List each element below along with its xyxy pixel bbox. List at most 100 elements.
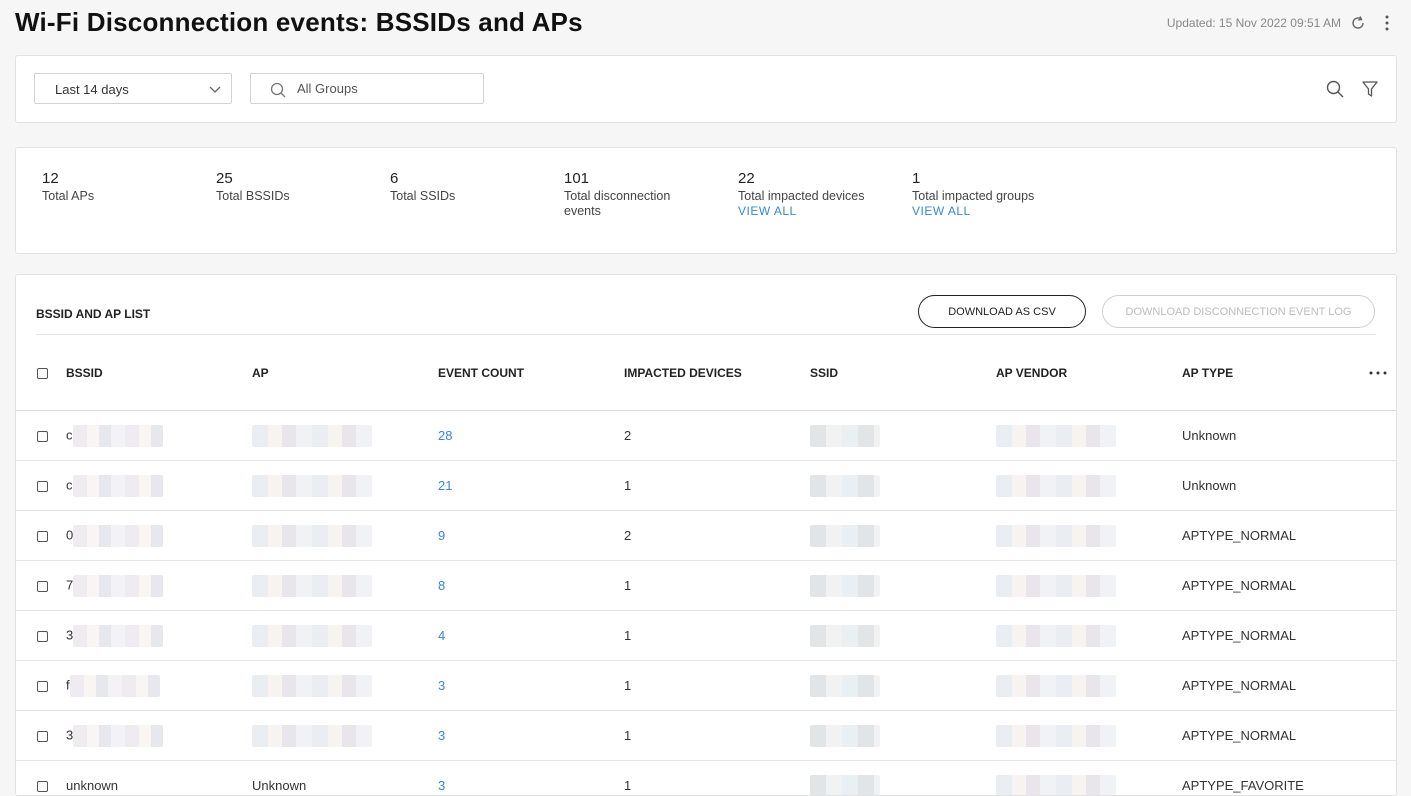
table-row[interactable]: c282Unknown: [16, 411, 1396, 461]
bssid-ap-list: BSSID AND AP LIST DOWNLOAD AS CSV DOWNLO…: [15, 274, 1397, 796]
cell-impacted-devices: 1: [624, 661, 810, 711]
table-row[interactable]: 0 92 APTYPE_NORMAL: [16, 511, 1396, 561]
redacted-value: [996, 475, 1116, 497]
cell-ssid: [810, 711, 996, 761]
cell-bssid: 0: [66, 511, 252, 561]
cell-impacted-devices: 1: [624, 711, 810, 761]
row-checkbox[interactable]: [37, 481, 48, 492]
row-checkbox[interactable]: [37, 631, 48, 642]
cell-event-count[interactable]: 9: [438, 511, 624, 561]
cell-event-count[interactable]: 28: [438, 411, 624, 461]
redacted-value: [252, 725, 372, 747]
cell-ssid: [810, 661, 996, 711]
cell-ap-type: APTYPE_NORMAL: [1182, 511, 1396, 561]
redacted-value: [252, 475, 372, 497]
cell-ap-type: APTYPE_NORMAL: [1182, 611, 1396, 661]
cell-ap-type: APTYPE_NORMAL: [1182, 561, 1396, 611]
filter-icon[interactable]: [1362, 80, 1378, 98]
redacted-value: [73, 475, 163, 497]
redacted-value: [73, 425, 163, 447]
table-row[interactable]: 3 41 APTYPE_NORMAL: [16, 611, 1396, 661]
cell-ap-type: APTYPE_NORMAL: [1182, 661, 1396, 711]
cell-ap-vendor: [996, 411, 1182, 461]
more-options-icon[interactable]: [1383, 14, 1391, 32]
redacted-value: [810, 775, 880, 796]
group-search-input[interactable]: All Groups: [250, 73, 484, 104]
redacted-value: [252, 625, 372, 647]
cell-impacted-devices: 1: [624, 461, 810, 511]
cell-event-count[interactable]: 3: [438, 761, 624, 796]
column-header-bssid[interactable]: BSSID: [66, 335, 252, 411]
column-header-ap[interactable]: AP: [252, 335, 438, 411]
group-search-value: All Groups: [297, 81, 358, 96]
column-header-ssid[interactable]: SSID: [810, 335, 996, 411]
stat-total-disconnection-events: 101 Total disconnection events: [564, 170, 694, 219]
stat-label: Total impacted groups: [912, 189, 1072, 204]
view-all-groups-link[interactable]: VIEW ALL: [912, 204, 1072, 218]
cell-event-count[interactable]: 4: [438, 611, 624, 661]
row-checkbox[interactable]: [37, 581, 48, 592]
column-header-ap-vendor[interactable]: AP VENDOR: [996, 335, 1182, 411]
cell-ap-type: Unknown: [1182, 461, 1396, 511]
redacted-value: [996, 425, 1116, 447]
table-row[interactable]: 7 81 APTYPE_NORMAL: [16, 561, 1396, 611]
table-header-row: BSSID AP EVENT COUNT IMPACTED DEVICES SS…: [16, 335, 1396, 411]
table-row[interactable]: unknownUnknown31APTYPE_FAVORITE: [16, 761, 1396, 796]
cell-impacted-devices: 2: [624, 411, 810, 461]
refresh-icon[interactable]: [1350, 15, 1366, 31]
cell-ap-type: APTYPE_FAVORITE: [1182, 761, 1396, 796]
cell-event-count[interactable]: 8: [438, 561, 624, 611]
cell-ap: [252, 611, 438, 661]
cell-impacted-devices: 1: [624, 561, 810, 611]
cell-impacted-devices: 1: [624, 611, 810, 661]
cell-ap-vendor: [996, 611, 1182, 661]
column-header-impacted-devices[interactable]: IMPACTED DEVICES: [624, 335, 810, 411]
search-icon[interactable]: [1326, 80, 1344, 98]
cell-event-count[interactable]: 3: [438, 661, 624, 711]
row-checkbox[interactable]: [37, 531, 48, 542]
table-row[interactable]: c211Unknown: [16, 461, 1396, 511]
cell-ap: [252, 511, 438, 561]
cell-bssid: 3: [66, 611, 252, 661]
cell-impacted-devices: 2: [624, 511, 810, 561]
redacted-value: [73, 625, 163, 647]
date-range-value: Last 14 days: [55, 82, 129, 97]
redacted-value: [73, 575, 163, 597]
cell-event-count[interactable]: 21: [438, 461, 624, 511]
select-all-checkbox[interactable]: [37, 368, 48, 379]
redacted-value: [252, 425, 372, 447]
cell-bssid: 7: [66, 561, 252, 611]
cell-ssid: [810, 411, 996, 461]
redacted-value: [810, 425, 880, 447]
redacted-value: [73, 725, 163, 747]
redacted-value: [810, 475, 880, 497]
date-range-select[interactable]: Last 14 days: [34, 73, 232, 104]
list-title: BSSID AND AP LIST: [36, 307, 150, 321]
filter-bar: Last 14 days All Groups: [15, 55, 1397, 123]
stat-label: Total SSIDs: [390, 189, 550, 204]
redacted-value: [996, 625, 1116, 647]
row-checkbox[interactable]: [37, 781, 48, 792]
column-header-ap-type[interactable]: AP TYPE: [1182, 335, 1396, 411]
row-checkbox[interactable]: [37, 731, 48, 742]
row-checkbox[interactable]: [37, 681, 48, 692]
download-csv-button[interactable]: DOWNLOAD AS CSV: [918, 295, 1086, 328]
cell-ap-vendor: [996, 661, 1182, 711]
cell-ap: [252, 461, 438, 511]
view-all-devices-link[interactable]: VIEW ALL: [738, 204, 898, 218]
column-options-icon[interactable]: [1369, 371, 1387, 375]
bssid-table: BSSID AP EVENT COUNT IMPACTED DEVICES SS…: [16, 335, 1396, 796]
cell-bssid: c: [66, 411, 252, 461]
stat-total-bssids: 25 Total BSSIDs: [216, 170, 376, 204]
table-row[interactable]: f31APTYPE_NORMAL: [16, 661, 1396, 711]
cell-event-count[interactable]: 3: [438, 711, 624, 761]
cell-ssid: [810, 561, 996, 611]
table-row[interactable]: 331APTYPE_NORMAL: [16, 711, 1396, 761]
download-event-log-button[interactable]: DOWNLOAD DISCONNECTION EVENT LOG: [1102, 295, 1375, 328]
row-checkbox[interactable]: [37, 431, 48, 442]
redacted-value: [996, 525, 1116, 547]
stat-value: 1: [912, 170, 1072, 187]
stat-label: Total disconnection events: [564, 189, 694, 219]
cell-ap-vendor: [996, 561, 1182, 611]
column-header-event-count[interactable]: EVENT COUNT: [438, 335, 624, 411]
